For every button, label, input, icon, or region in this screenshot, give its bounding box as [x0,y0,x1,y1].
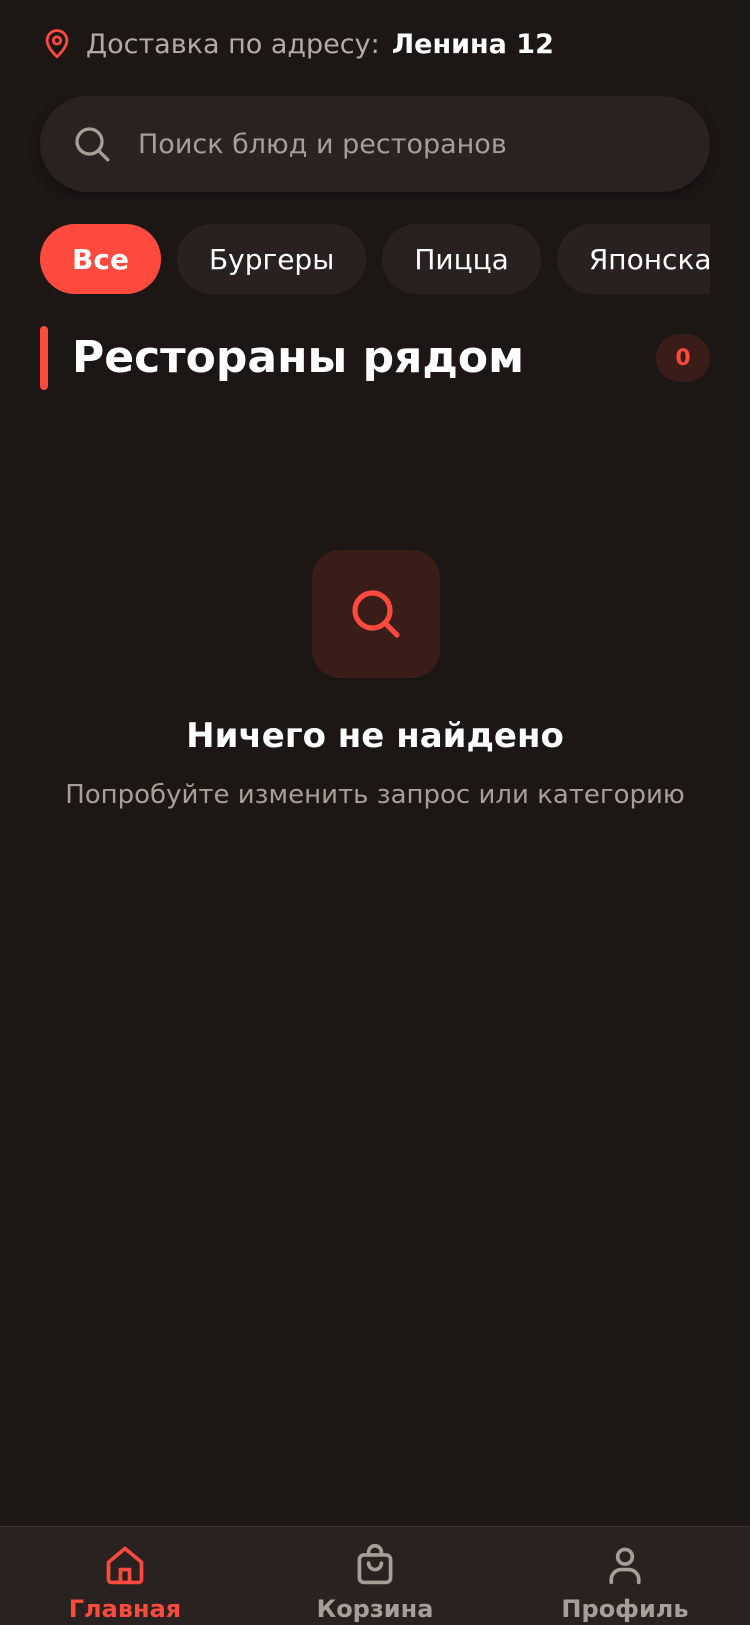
nav-item-profile[interactable]: Профиль [500,1527,750,1625]
search-bar[interactable] [40,96,710,192]
category-chip-japanese[interactable]: Японская [556,224,710,294]
section-accent-bar [40,326,48,390]
category-chips: Все Бургеры Пицца Японская [40,224,710,294]
section-header: Рестораны рядом 0 [40,326,710,390]
category-chip-all[interactable]: Все [40,224,161,294]
location-pin-icon [45,29,69,59]
count-badge: 0 [656,334,710,382]
nav-item-home[interactable]: Главная [0,1527,250,1625]
nav-label-cart: Корзина [316,1595,434,1623]
category-chip-pizza[interactable]: Пицца [382,224,541,294]
delivery-address-value[interactable]: Ленина 12 [392,29,554,60]
user-icon [609,1547,641,1585]
nav-label-profile: Профиль [561,1595,689,1623]
category-chip-burgers[interactable]: Бургеры [176,224,367,294]
section-title: Рестораны рядом [72,332,525,383]
search-icon [75,127,110,162]
bottom-nav: Главная Корзина Профиль [0,1526,750,1625]
delivery-address[interactable]: Доставка по адресу: Ленина 12 [40,24,554,64]
shopping-bag-icon [357,1543,393,1585]
nav-item-cart[interactable]: Корзина [250,1527,500,1625]
search-input[interactable] [136,127,680,161]
empty-state-icon-box [312,550,440,678]
nav-label-home: Главная [68,1595,182,1623]
search-icon [352,590,400,638]
home-icon [106,1546,144,1585]
delivery-label: Доставка по адресу: [86,28,380,60]
empty-state-title: Ничего не найдено [186,716,564,756]
empty-state-subtitle: Попробуйте изменить запрос или категорию [65,780,685,810]
